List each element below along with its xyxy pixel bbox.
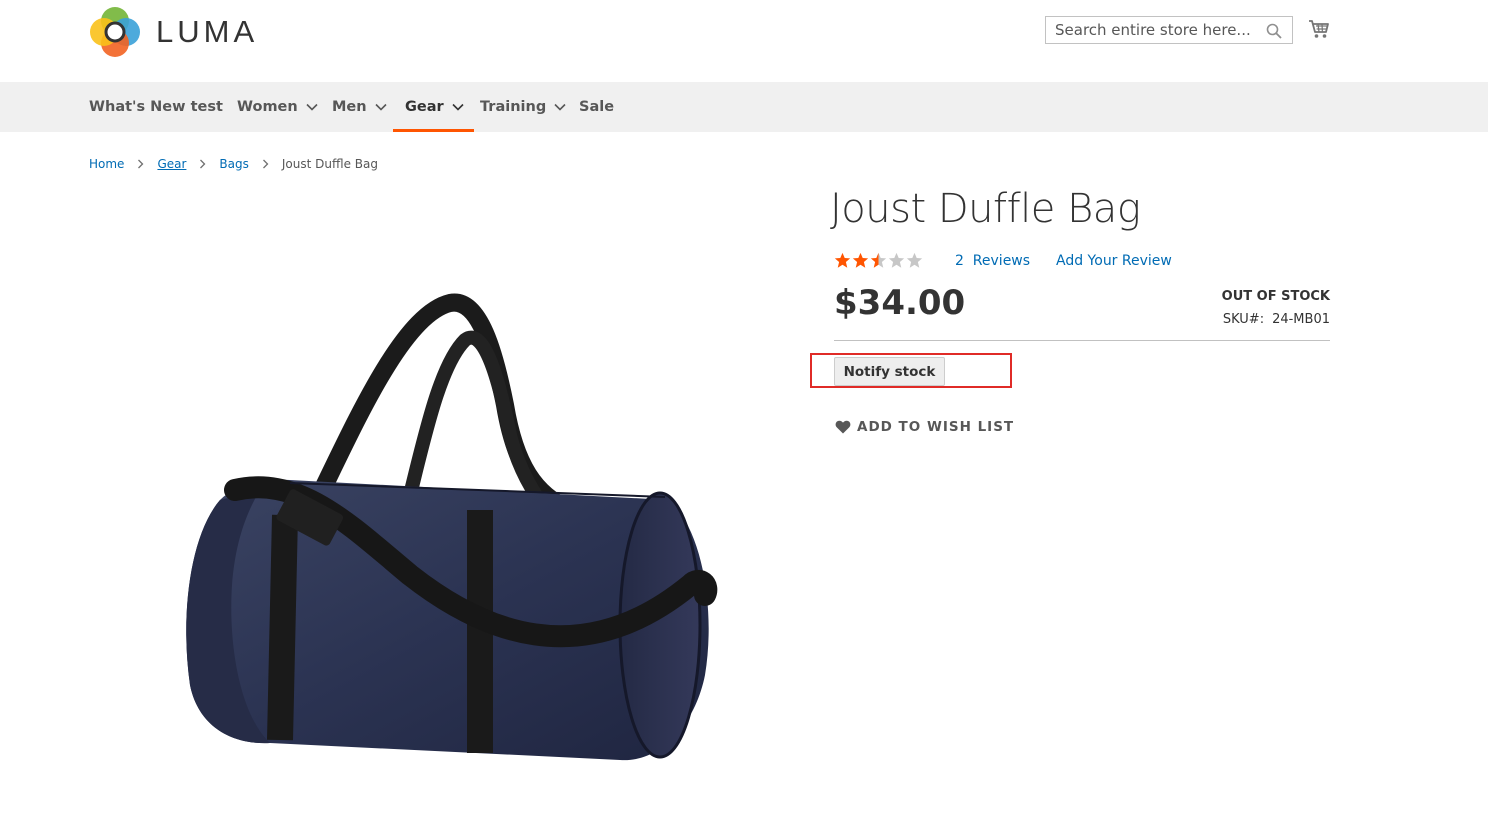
divider (834, 340, 1330, 341)
sku-label: SKU#: (1222, 312, 1265, 327)
product-image[interactable] (150, 285, 750, 795)
chevron-down-icon (306, 103, 318, 111)
chevron-right-icon (200, 159, 206, 169)
breadcrumb-current: Joust Duffle Bag (281, 157, 378, 171)
chevron-down-icon (554, 103, 566, 111)
product-title: Joust Duffle Bag (830, 186, 1141, 232)
rating-stars (834, 252, 924, 269)
chevron-right-icon (262, 159, 269, 169)
reviews-link[interactable]: 2 Reviews (955, 253, 1030, 269)
nav-item-label: Gear (405, 99, 444, 115)
chevron-down-icon (452, 103, 464, 111)
star-icon (834, 252, 851, 268)
site-header: LUMA (0, 0, 1488, 82)
breadcrumb-bags[interactable]: Bags (219, 157, 248, 171)
star-half-icon (870, 252, 887, 268)
heart-icon (835, 420, 851, 434)
search-box (1045, 16, 1293, 44)
chevron-right-icon (138, 159, 144, 169)
nav-item-label: What's New test (89, 99, 223, 115)
product-price: $34.00 (834, 283, 966, 323)
nav-item-gear[interactable]: Gear (393, 82, 474, 132)
star-icon (852, 252, 869, 268)
nav-item-training[interactable]: Training (480, 82, 566, 132)
nav-item-whats-new[interactable]: What's New test (89, 82, 223, 132)
cart-icon[interactable] (1308, 18, 1330, 40)
notify-stock-button[interactable]: Notify stock (834, 357, 945, 386)
search-icon[interactable] (1266, 23, 1282, 39)
add-to-wishlist-link[interactable]: ADD TO WISH LIST (835, 419, 1014, 435)
nav-item-women[interactable]: Women (237, 82, 318, 132)
logo-text: LUMA (156, 14, 259, 49)
add-review-link[interactable]: Add Your Review (1056, 253, 1172, 269)
nav-item-label: Training (480, 99, 547, 115)
main-navigation: What's New test Women Men Gear Training … (0, 82, 1488, 132)
chevron-down-icon (375, 103, 387, 111)
nav-item-label: Men (332, 99, 367, 115)
breadcrumb-home[interactable]: Home (89, 157, 124, 171)
nav-item-sale[interactable]: Sale (579, 82, 614, 132)
breadcrumb-gear[interactable]: Gear (157, 157, 186, 171)
wishlist-label: ADD TO WISH LIST (857, 419, 1015, 435)
luma-logo[interactable]: LUMA (89, 6, 258, 58)
nav-item-men[interactable]: Men (332, 82, 387, 132)
search-input[interactable] (1046, 17, 1265, 43)
sku-value: 24-MB01 (1272, 312, 1330, 327)
nav-item-label: Sale (579, 99, 615, 115)
luma-logo-icon (90, 7, 140, 57)
star-icon (888, 252, 905, 268)
star-icon (906, 252, 923, 268)
breadcrumb: Home Gear Bags Joust Duffle Bag (89, 157, 378, 171)
nav-item-label: Women (237, 99, 298, 115)
sku-info: SKU#: 24-MB01 (1223, 312, 1330, 327)
stock-status: OUT OF STOCK (1221, 289, 1330, 304)
